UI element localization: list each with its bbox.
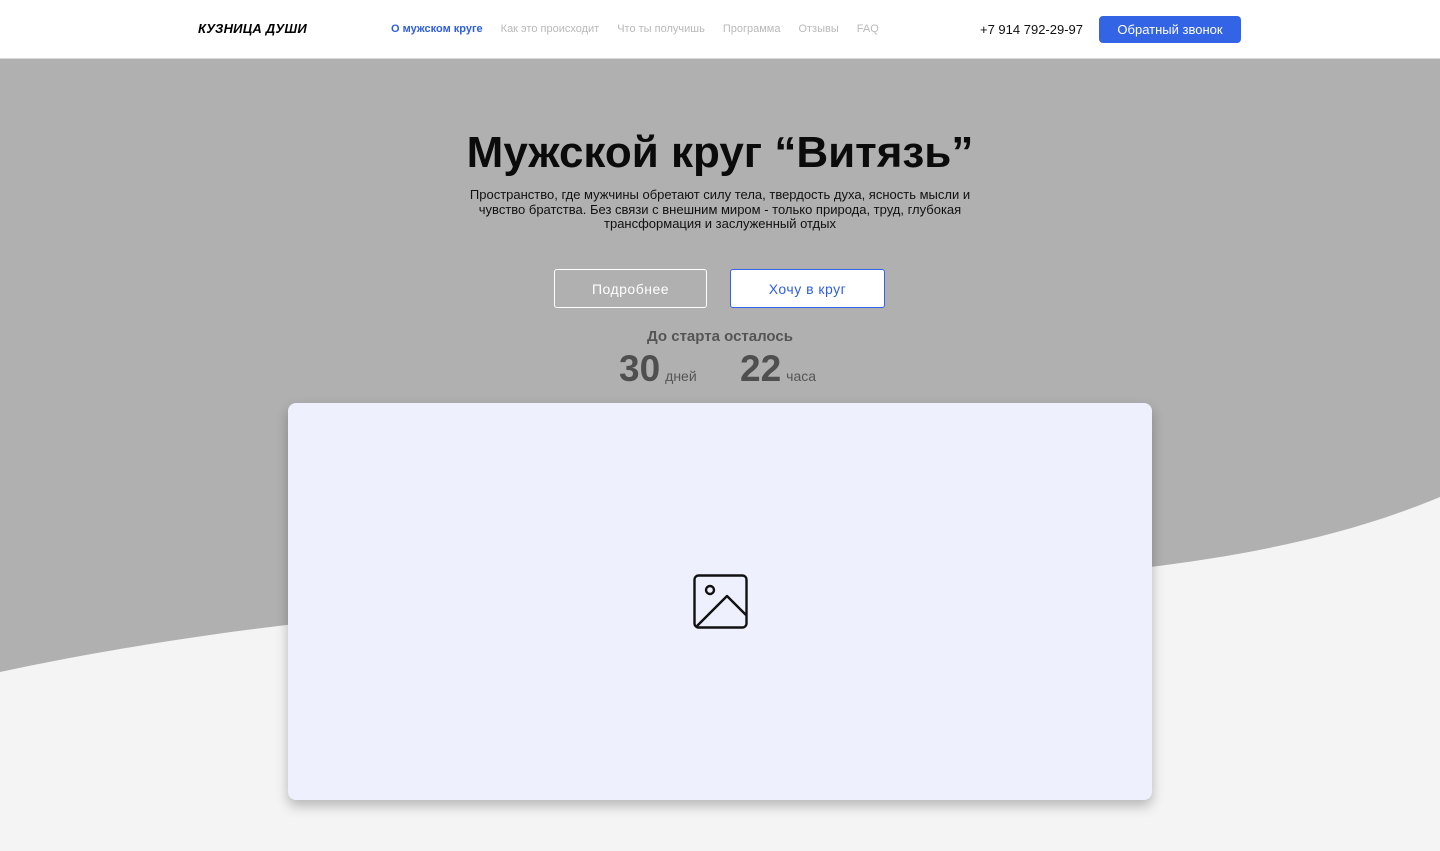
phone-number[interactable]: +7 914 792-29-97 [980,22,1083,37]
hero-subtitle: Пространство, где мужчины обретают силу … [469,187,971,231]
countdown-days-unit: дней [665,368,697,384]
site-logo[interactable]: КУЗНИЦА ДУШИ [198,21,307,36]
nav-link-faq[interactable]: FAQ [857,23,879,35]
image-placeholder-icon [693,574,748,629]
join-circle-button[interactable]: Хочу в круг [730,269,885,308]
countdown-label: До старта осталось [647,328,793,345]
countdown-hours-value: 22 [740,348,782,389]
countdown-hours-unit: часа [786,368,817,384]
nav-link-reviews[interactable]: Отзывы [798,23,838,35]
site-header: КУЗНИЦА ДУШИ О мужском круге Как это про… [0,0,1440,59]
hero-title: Мужской круг “Витязь” [466,128,974,177]
countdown-days: 30 дней [619,348,697,390]
countdown-hours: 22 часа [740,348,816,390]
nav-link-benefits[interactable]: Что ты получишь [617,23,705,35]
main-nav: О мужском круге Как это происходит Что т… [391,23,879,35]
media-placeholder [288,403,1152,800]
nav-link-program[interactable]: Программа [723,23,781,35]
nav-link-about[interactable]: О мужском круге [391,23,483,35]
nav-link-how-it-works[interactable]: Как это происходит [501,23,600,35]
countdown-days-value: 30 [619,348,661,389]
more-button[interactable]: Подробнее [554,269,707,308]
callback-button[interactable]: Обратный звонок [1099,16,1241,43]
